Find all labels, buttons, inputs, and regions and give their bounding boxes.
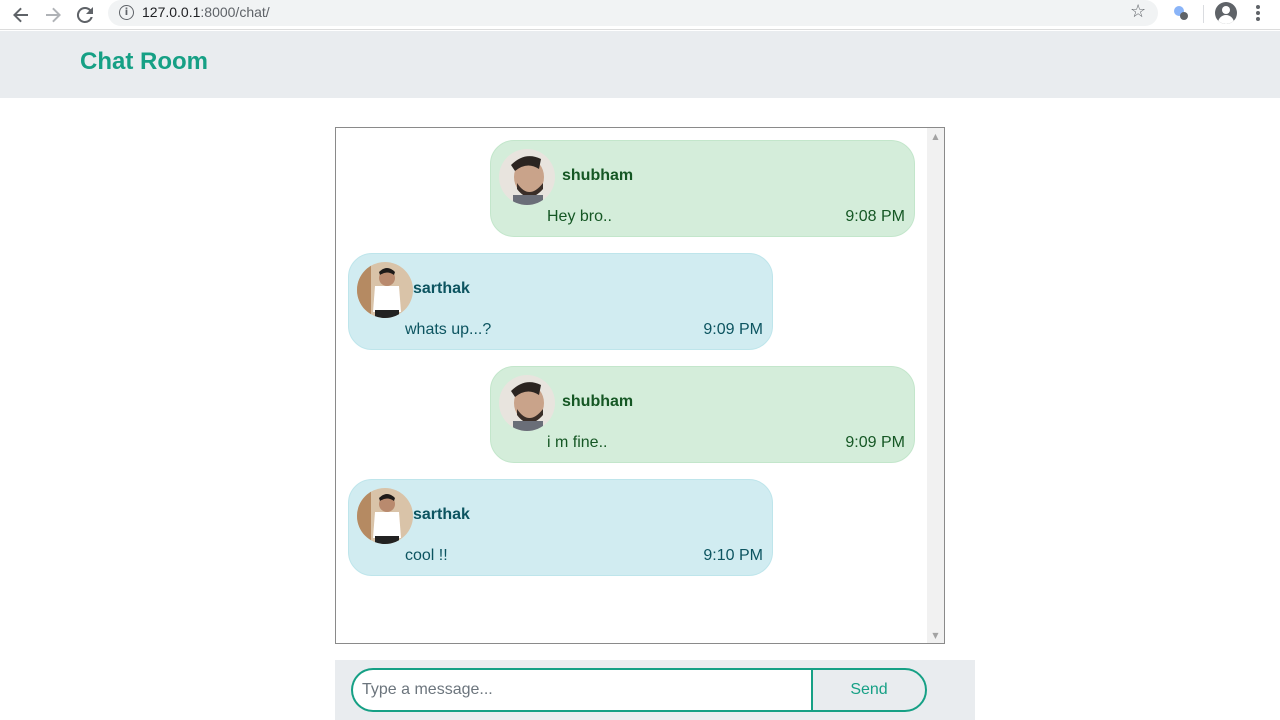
browser-toolbar: i 127.0.0.1:8000/chat/ ☆ xyxy=(0,0,1280,30)
send-button[interactable]: Send xyxy=(811,668,927,712)
message-input[interactable] xyxy=(351,668,811,712)
menu-icon[interactable] xyxy=(1250,3,1266,23)
message-time: 9:10 PM xyxy=(703,547,763,564)
info-icon[interactable]: i xyxy=(119,5,134,20)
message-received: sarthak whats up...? 9:09 PM xyxy=(348,253,773,350)
forward-arrow-icon[interactable] xyxy=(41,3,65,27)
avatar xyxy=(357,488,413,544)
page-title: Chat Room xyxy=(80,48,208,75)
message-composer: Send xyxy=(335,660,975,720)
url-host: 127.0.0.1 xyxy=(142,4,201,20)
avatar xyxy=(499,375,555,431)
avatar xyxy=(499,149,555,205)
toolbar-divider xyxy=(1203,5,1204,23)
message-sent: shubham Hey bro.. 9:08 PM xyxy=(490,140,915,237)
message-time: 9:08 PM xyxy=(845,208,905,225)
message-username: sarthak xyxy=(413,506,470,523)
scrollbar[interactable]: ▲ ▼ xyxy=(927,128,944,643)
message-sent: shubham i m fine.. 9:09 PM xyxy=(490,366,915,463)
message-username: sarthak xyxy=(413,280,470,297)
reload-icon[interactable] xyxy=(73,3,97,27)
message-received: sarthak cool !! 9:10 PM xyxy=(348,479,773,576)
app-header: Chat Room xyxy=(0,31,1280,98)
back-arrow-icon[interactable] xyxy=(9,3,33,27)
chat-log[interactable]: shubham Hey bro.. 9:08 PM sarthak whats … xyxy=(335,127,945,644)
message-time: 9:09 PM xyxy=(845,434,905,451)
url-path: :8000/chat/ xyxy=(200,4,270,20)
address-bar[interactable]: i 127.0.0.1:8000/chat/ xyxy=(108,0,1158,26)
message-text: i m fine.. xyxy=(547,434,608,451)
account-icon[interactable] xyxy=(1215,2,1237,24)
extension-icon[interactable] xyxy=(1172,4,1190,22)
scroll-down-arrow-icon[interactable]: ▼ xyxy=(927,627,944,643)
star-icon[interactable]: ☆ xyxy=(1130,1,1146,22)
scroll-up-arrow-icon[interactable]: ▲ xyxy=(927,128,944,144)
avatar xyxy=(357,262,413,318)
message-text: cool !! xyxy=(405,547,448,564)
url-text[interactable]: 127.0.0.1:8000/chat/ xyxy=(142,4,270,20)
message-text: whats up...? xyxy=(405,321,492,338)
message-username: shubham xyxy=(562,167,634,184)
message-username: shubham xyxy=(562,393,634,410)
message-time: 9:09 PM xyxy=(703,321,763,338)
message-text: Hey bro.. xyxy=(547,208,612,225)
